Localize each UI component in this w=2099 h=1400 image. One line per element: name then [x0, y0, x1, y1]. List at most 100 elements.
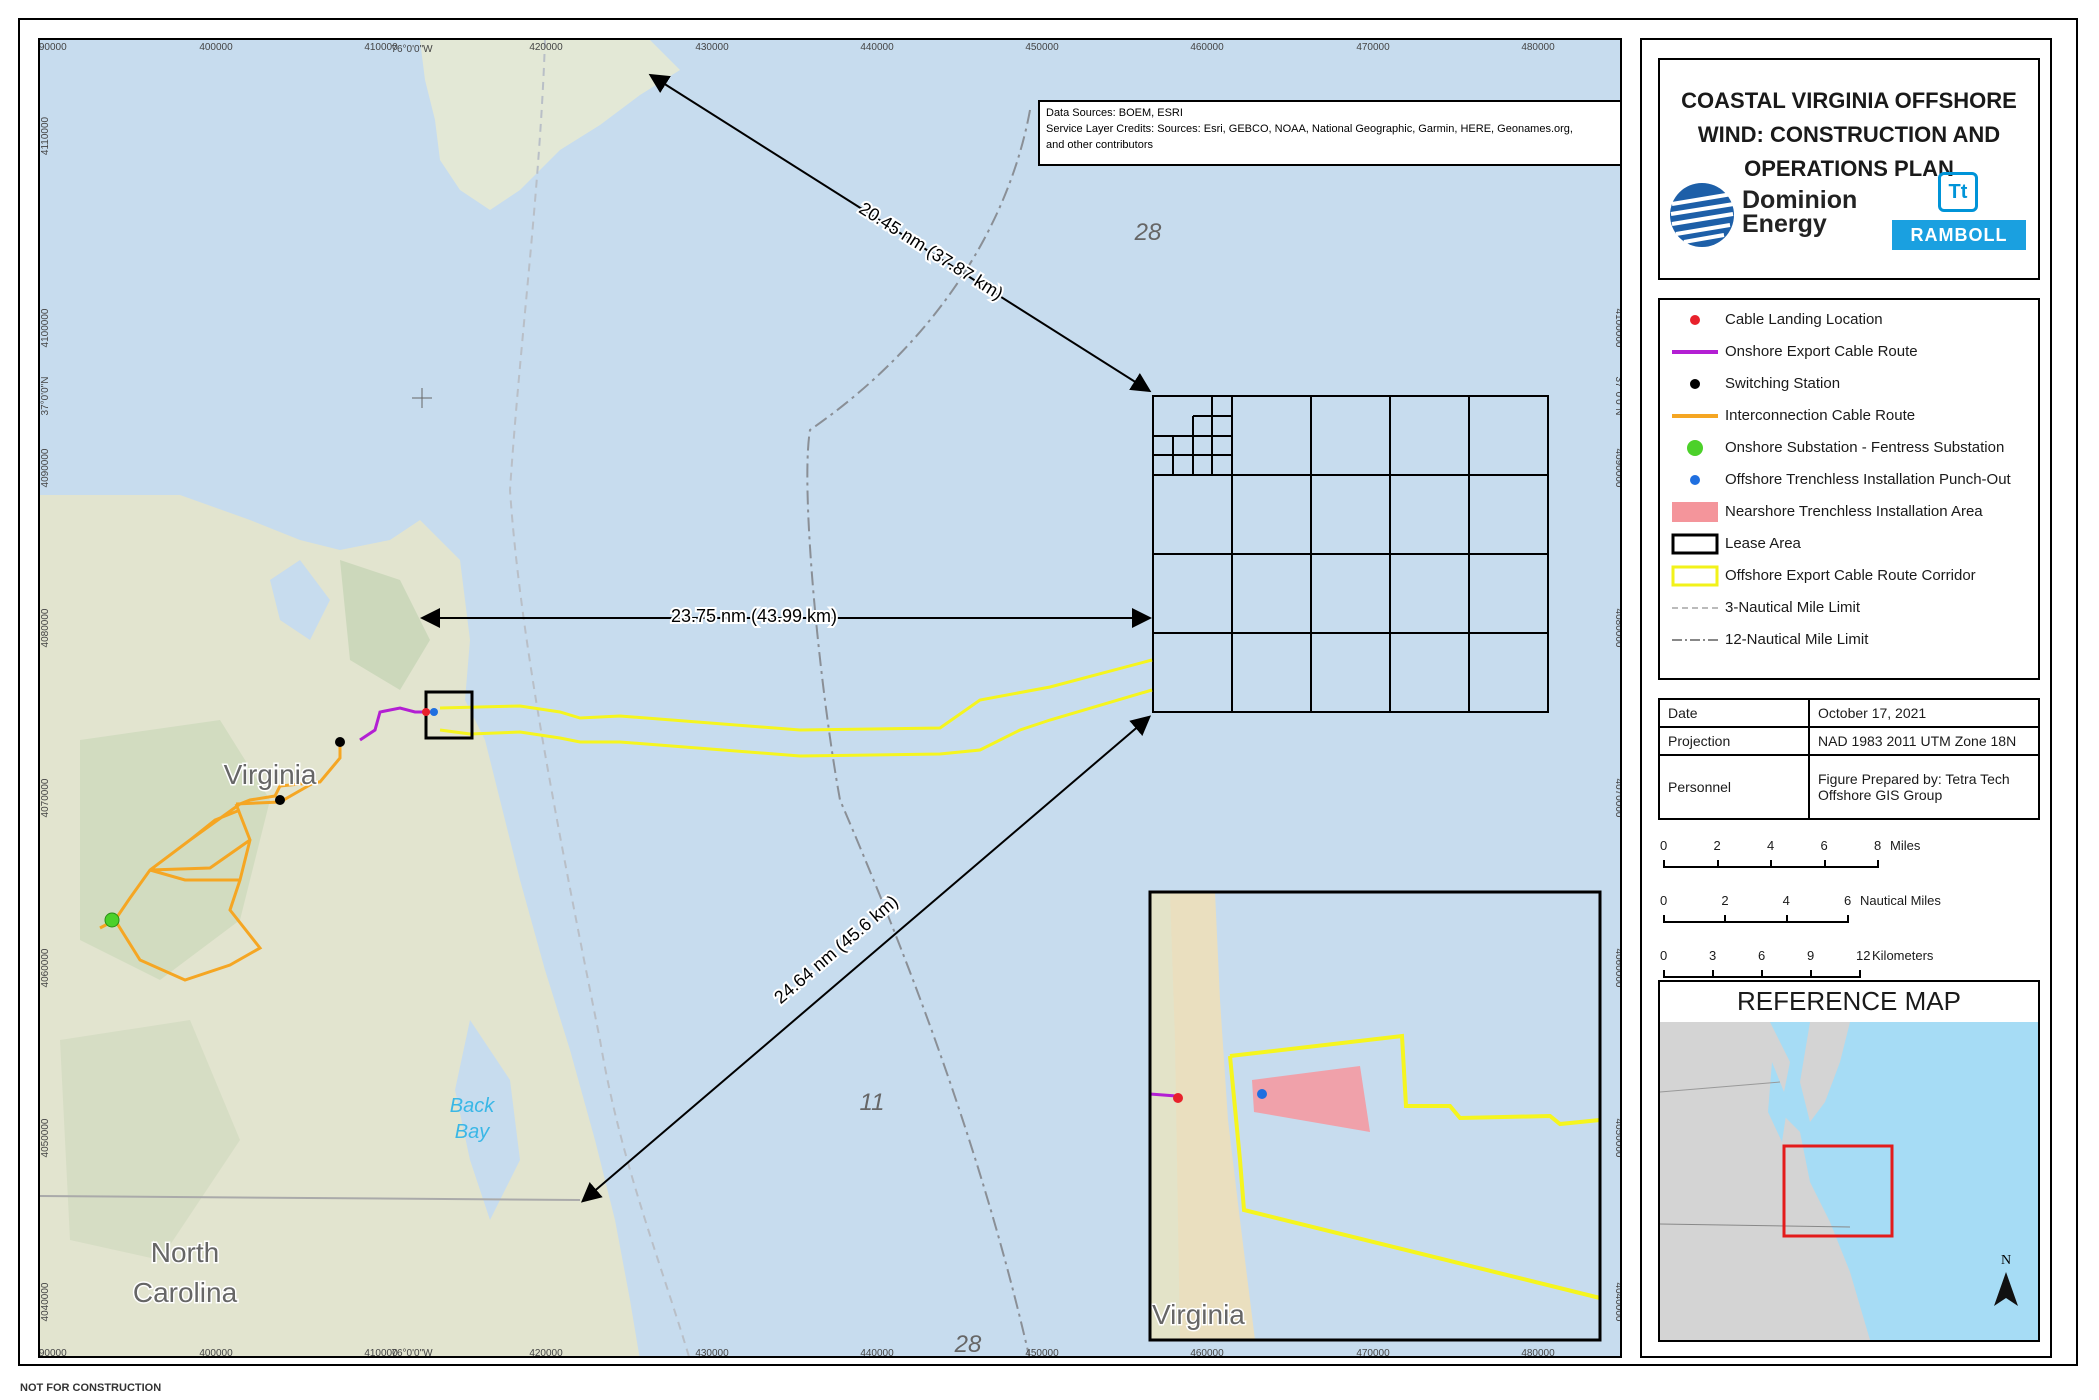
- date-value: October 17, 2021: [1808, 698, 2040, 728]
- easting-tick-top: 480000: [1521, 42, 1555, 53]
- depth-label: 11: [860, 1089, 885, 1116]
- projection-value: NAD 1983 2011 UTM Zone 18N: [1808, 726, 2040, 756]
- legend-label: Cable Landing Location: [1725, 311, 1883, 328]
- label-bay: Bay: [455, 1121, 490, 1143]
- reference-map-canvas: N: [1660, 1022, 2038, 1340]
- footer-note: NOT FOR CONSTRUCTION: [20, 1382, 162, 1394]
- legend-symbol-icon: [1670, 372, 1720, 396]
- scale-bar: [1663, 915, 1849, 923]
- personnel-label: Personnel: [1658, 754, 1810, 820]
- legend-label: Switching Station: [1725, 375, 1841, 392]
- label-virginia: Virginia: [224, 759, 317, 790]
- personnel-line: Offshore GIS Group: [1818, 787, 1943, 803]
- inset-map[interactable]: Virginia: [1148, 890, 1602, 1342]
- latitude-label-right: 37°0'0"N: [1613, 377, 1622, 416]
- switching-station[interactable]: [275, 795, 285, 805]
- switching-station[interactable]: [335, 737, 345, 747]
- easting-tick-top: 430000: [695, 42, 729, 53]
- inset-label-virginia: Virginia: [1152, 1299, 1245, 1330]
- title-block: COASTAL VIRGINIA OFFSHORE WIND: CONSTRUC…: [1658, 58, 2040, 280]
- distance-label-2: 23.75 nm (43.99 km): [671, 606, 837, 626]
- scale-bar: [1663, 860, 1879, 868]
- depth-label: 28: [1134, 219, 1162, 246]
- dominion-wordmark: Dominion Energy: [1742, 186, 1858, 238]
- legend-item: Onshore Substation - Fentress Substation: [1670, 436, 2040, 460]
- legend-symbol-icon: [1670, 468, 1720, 492]
- scale-tick-label: 12: [1856, 948, 1871, 963]
- easting-tick-top: 460000: [1190, 42, 1224, 53]
- easting-tick-top: 470000: [1356, 42, 1390, 53]
- northing-tick-left: 4040000: [40, 1282, 51, 1321]
- cable-landing-location[interactable]: [422, 708, 430, 716]
- reference-map[interactable]: REFERENCE MAP N: [1658, 980, 2040, 1342]
- legend: Cable Landing Location Onshore Export Cab…: [1658, 298, 2040, 680]
- legend-symbol-icon: [1670, 532, 1720, 556]
- legend-item: 12-Nautical Mile Limit: [1670, 628, 2040, 652]
- legend-label: Lease Area: [1725, 535, 1801, 552]
- legend-label: 12-Nautical Mile Limit: [1725, 631, 1869, 648]
- dominion-text: Dominion: [1742, 186, 1858, 214]
- legend-label: 3-Nautical Mile Limit: [1725, 599, 1861, 616]
- scale-tick-label: 0: [1660, 948, 1668, 963]
- label-north: North: [151, 1237, 219, 1268]
- northing-tick-right: 4060000: [1613, 949, 1622, 988]
- credits-line: Service Layer Credits: Sources: Esri, GE…: [1046, 123, 1573, 135]
- legend-item: Offshore Trenchless Installation Punch-O…: [1670, 468, 2040, 492]
- north-label: N: [2001, 1253, 2011, 1268]
- fentress-substation[interactable]: [104, 912, 120, 928]
- legend-symbol-icon: [1670, 628, 1720, 652]
- label-back: Back: [450, 1095, 495, 1117]
- ramboll-logo: RAMBOLL: [1892, 220, 2026, 250]
- scale-tick-label: 2: [1713, 838, 1721, 853]
- northing-tick-left: 4090000: [40, 448, 51, 487]
- easting-tick-bottom: 460000: [1190, 1348, 1224, 1358]
- northing-tick-left: 4110000: [40, 116, 51, 155]
- northing-tick-left: 4050000: [40, 1118, 51, 1157]
- legend-label: Interconnection Cable Route: [1725, 407, 1916, 424]
- legend-label: Offshore Export Cable Route Corridor: [1725, 567, 1976, 584]
- inset-punch-out: [1257, 1089, 1267, 1099]
- scale-tick-label: 6: [1758, 948, 1766, 963]
- easting-tick-bottom: 470000: [1356, 1348, 1390, 1358]
- personnel-value: Figure Prepared by: Tetra Tech Offshore …: [1808, 754, 2040, 820]
- credits-line: and other contributors: [1046, 139, 1154, 151]
- latitude-label-left: 37°0'0"N: [40, 377, 51, 416]
- legend-symbol-icon: [1670, 404, 1720, 428]
- trenchless-punch-out[interactable]: [430, 708, 438, 716]
- scale-tick-label: 8: [1874, 838, 1882, 853]
- energy-text: Energy: [1742, 210, 1827, 238]
- scale-unit-label: Kilometers: [1872, 948, 1934, 963]
- easting-tick-top: 440000: [860, 42, 894, 53]
- map-canvas: 3900003900004000004000004100004100004200…: [40, 40, 1622, 1358]
- inset-cable-landing: [1173, 1093, 1183, 1103]
- depth-label: 28: [954, 1331, 982, 1358]
- easting-tick-bottom: 390000: [40, 1348, 67, 1358]
- legend-label: Offshore Trenchless Installation Punch-O…: [1725, 471, 2011, 488]
- scale-tick-label: 0: [1660, 893, 1668, 908]
- data-sources-box: Data Sources: BOEM, ESRI Service Layer C…: [1038, 100, 1620, 166]
- figure-title: COASTAL VIRGINIA OFFSHORE WIND: CONSTRUC…: [1681, 88, 2017, 181]
- legend-symbol-icon: [1670, 596, 1720, 620]
- scale-tick-label: 3: [1709, 948, 1717, 963]
- easting-tick-top: 390000: [40, 42, 67, 53]
- personnel-line: Figure Prepared by: Tetra Tech: [1818, 771, 2010, 787]
- legend-item: 3-Nautical Mile Limit: [1670, 596, 2040, 620]
- legend-symbol-icon: [1670, 500, 1720, 524]
- dominion-logo-icon: [1670, 183, 1734, 247]
- scale-tick-label: 4: [1782, 893, 1790, 908]
- scale-unit-label: Miles: [1890, 838, 1921, 853]
- scale-tick-label: 2: [1721, 893, 1729, 908]
- easting-tick-bottom: 400000: [199, 1348, 233, 1358]
- easting-tick-top: 450000: [1025, 42, 1059, 53]
- legend-symbol-icon: [1670, 436, 1720, 460]
- northing-tick-right: 4090000: [1613, 449, 1622, 488]
- scale-tick-label: 9: [1807, 948, 1815, 963]
- easting-tick-bottom: 480000: [1521, 1348, 1555, 1358]
- main-map[interactable]: 3900003900004000004000004100004100004200…: [38, 38, 1622, 1358]
- easting-tick-bottom: 450000: [1025, 1348, 1059, 1358]
- northing-tick-left: 4070000: [40, 778, 51, 817]
- scale-tick-label: 6: [1820, 838, 1828, 853]
- northing-tick-right: 4070000: [1613, 779, 1622, 818]
- info-table: Date October 17, 2021 Projection NAD 198…: [1658, 698, 2040, 820]
- northing-tick-left: 4100000: [40, 308, 51, 347]
